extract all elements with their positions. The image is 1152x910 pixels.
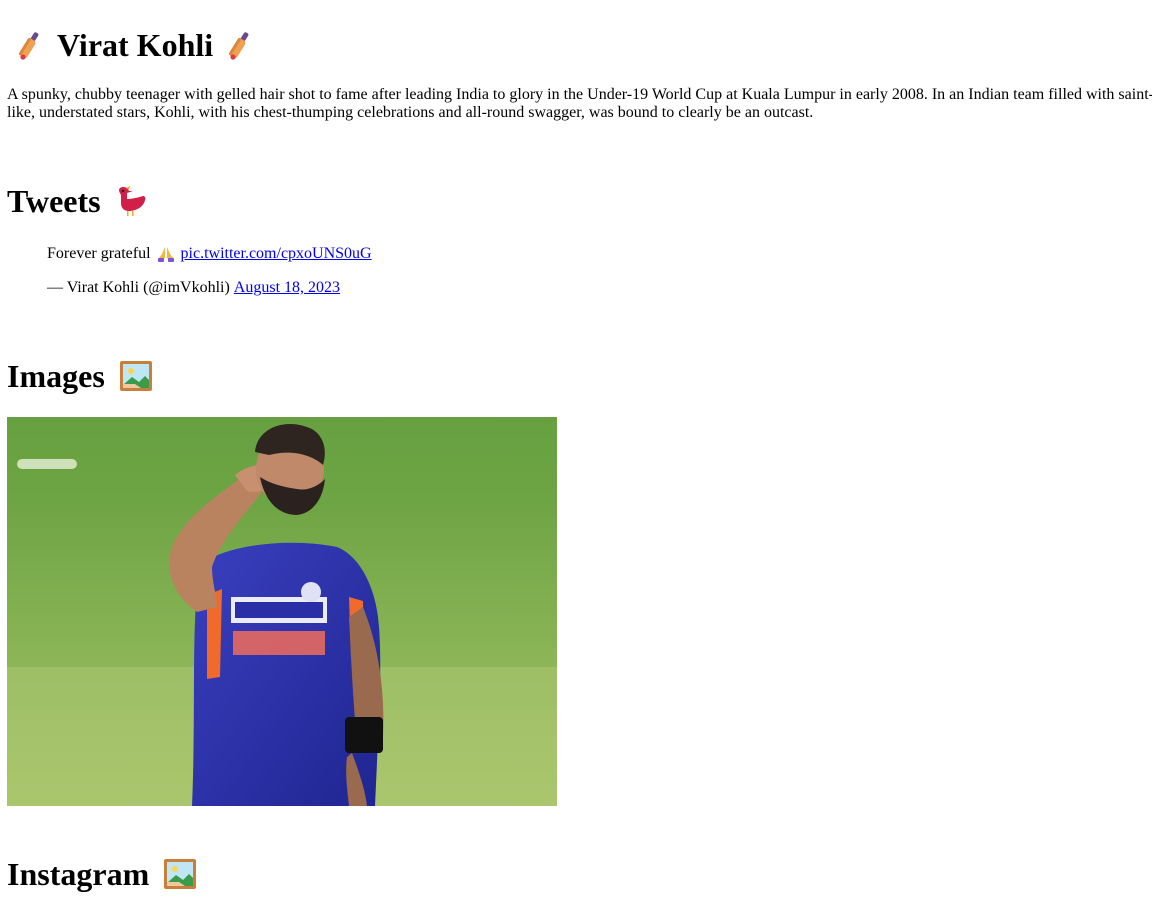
tweet-date-link[interactable]: August 18, 2023: [234, 279, 340, 297]
cricket-bat-icon: [18, 32, 39, 60]
player-photo: [7, 417, 557, 806]
folded-hands-icon: [157, 247, 174, 262]
tweet-text: Forever grateful: [47, 245, 151, 262]
instagram-heading-label: Instagram: [7, 856, 150, 892]
embedded-tweet: Forever grateful pic.twitter.com/cpxoUNS…: [47, 243, 372, 299]
bio-paragraph: A spunky, chubby teenager with gelled ha…: [7, 86, 1152, 121]
tweet-attribution: — Virat Kohli (@imVkohli) August 18, 202…: [47, 277, 372, 299]
title-row: Virat Kohli: [17, 26, 253, 64]
instagram-heading: Instagram: [7, 855, 197, 893]
tweets-heading: Tweets: [7, 182, 149, 220]
framed-picture-icon: [164, 859, 197, 889]
framed-picture-icon: [119, 361, 152, 391]
page-title: Virat Kohli: [57, 27, 214, 63]
images-heading-label: Images: [7, 358, 105, 394]
tweets-heading-label: Tweets: [7, 183, 101, 219]
tweet-text-line: Forever grateful pic.twitter.com/cpxoUNS…: [47, 243, 372, 265]
bird-icon: [118, 186, 145, 216]
tweet-pic-link[interactable]: pic.twitter.com/cpxoUNS0uG: [181, 245, 372, 263]
images-heading: Images: [7, 357, 153, 395]
tweet-author: — Virat Kohli (@imVkohli): [47, 279, 230, 296]
cricket-bat-icon: [229, 32, 249, 60]
